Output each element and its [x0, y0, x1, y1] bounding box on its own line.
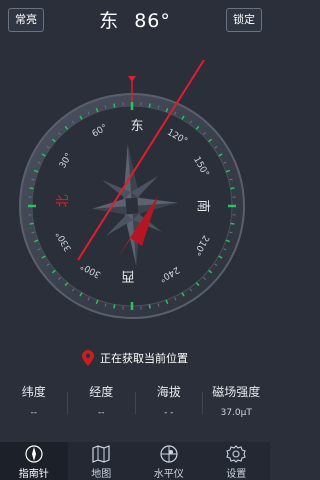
cardinal-west: 西 — [121, 268, 134, 283]
lock-button[interactable]: 锁定 — [226, 8, 262, 32]
tab-compass[interactable]: 指南针 — [0, 442, 68, 480]
stat-value: 37.0μT — [220, 408, 252, 418]
map-icon — [92, 445, 110, 463]
stat-value: -- — [98, 408, 105, 418]
heading-direction: 东 — [99, 10, 120, 32]
location-status-text: 正在获取当前位置 — [100, 352, 188, 365]
stat-longitude: 经度 -- — [68, 383, 136, 418]
stat-label: 磁场强度 — [212, 385, 261, 399]
stat-label: 经度 — [89, 385, 114, 399]
location-status-row: 正在获取当前位置 — [0, 350, 270, 366]
compass-icon — [25, 445, 43, 463]
dial-tick — [230, 222, 235, 225]
stat-magnetic-field: 磁场强度 37.0μT — [203, 383, 271, 418]
stat-label: 纬度 — [21, 385, 46, 399]
tab-label: 设置 — [226, 469, 247, 480]
stat-label: 海拔 — [156, 385, 181, 399]
dial-tick — [29, 222, 34, 225]
level-icon — [160, 445, 178, 463]
tab-level[interactable]: 水平仪 — [135, 442, 203, 480]
stats-divider — [135, 392, 136, 414]
tab-label: 水平仪 — [153, 469, 184, 480]
tab-label: 地图 — [91, 469, 112, 480]
dial-tick — [148, 304, 151, 309]
stats-divider — [67, 392, 68, 414]
cardinal-south: 南 — [195, 199, 211, 212]
heading-degrees: 86° — [134, 10, 171, 32]
stat-value: - - — [164, 408, 174, 418]
tab-map[interactable]: 地图 — [68, 442, 136, 480]
tab-label: 指南针 — [18, 469, 49, 480]
stat-altitude: 海拔 - - — [135, 383, 203, 418]
gear-icon — [226, 445, 246, 463]
dial-tick — [148, 103, 151, 108]
dial-tick — [113, 103, 116, 108]
dial-tick — [113, 304, 116, 309]
tab-settings[interactable]: 设置 — [203, 442, 271, 480]
stat-value: -- — [30, 408, 38, 418]
bottom-tab-bar: 指南针 地图 水平仪 设置 — [0, 442, 270, 480]
stats-divider — [202, 392, 203, 414]
cardinal-east: 东 — [130, 119, 143, 134]
cardinal-north: 北 — [56, 194, 71, 207]
stat-latitude: 纬度 -- — [0, 383, 68, 418]
dial-tick — [230, 187, 235, 190]
dial-tick — [29, 187, 34, 190]
location-pin-icon — [82, 350, 94, 366]
compass-dial: 30° 60° 120° 150° 210° 240° 300° 330° 东 … — [19, 60, 245, 319]
